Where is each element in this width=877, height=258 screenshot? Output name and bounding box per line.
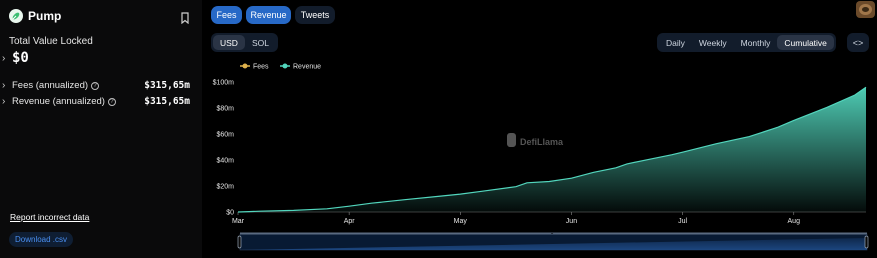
y-tick-label: $60m xyxy=(216,132,234,139)
report-incorrect-data-link[interactable]: Report incorrect data xyxy=(10,212,89,222)
legend-label-fees: Fees xyxy=(253,64,269,71)
brush-handle-left[interactable] xyxy=(237,235,242,249)
chevron-right-icon: › xyxy=(2,96,6,107)
tvl-row[interactable]: › $0 xyxy=(2,50,29,66)
revenue-area xyxy=(238,87,866,212)
watermark-text: DefiLlama xyxy=(520,137,564,147)
metric-fees-annualized[interactable]: › Fees (annualized) ? $315,65m xyxy=(2,80,190,91)
series-layer xyxy=(237,86,867,213)
protocol-sidebar: Pump Total Value Locked › $0 › Fees (ann… xyxy=(0,0,202,258)
tvl-value: $0 xyxy=(12,50,29,66)
embed-code-icon[interactable]: <> xyxy=(847,33,869,52)
chevron-right-icon: › xyxy=(2,52,6,64)
period-monthly[interactable]: Monthly xyxy=(734,35,778,50)
metric-value: $315,65m xyxy=(144,96,190,107)
chevron-right-icon: › xyxy=(2,80,6,91)
user-avatar[interactable] xyxy=(856,1,875,18)
protocol-name: Pump xyxy=(28,9,62,23)
info-icon[interactable]: ? xyxy=(107,97,116,106)
x-tick-label: Mar xyxy=(232,218,245,225)
metric-value: $315,65m xyxy=(144,80,190,91)
x-axis: Mar Apr May Jun Jul Aug xyxy=(232,211,866,225)
llama-logo-icon xyxy=(507,133,516,147)
toggle-revenue[interactable]: Revenue xyxy=(246,6,291,24)
tvl-label: Total Value Locked xyxy=(9,36,93,47)
revenue-chart: Fees Revenue DefiLlama $0 $20m $40m $60m $80… xyxy=(213,63,869,251)
y-tick-label: $80m xyxy=(216,106,234,113)
period-selector: Daily Weekly Monthly Cumulative xyxy=(657,33,836,52)
legend-item-fees[interactable]: Fees xyxy=(240,63,269,71)
range-brush[interactable]: ≡ xyxy=(237,231,869,251)
metric-label: Revenue (annualized) xyxy=(12,96,105,107)
x-tick-label: Jul xyxy=(678,218,687,225)
legend-label-revenue: Revenue xyxy=(293,64,321,71)
toggle-fees[interactable]: Fees xyxy=(211,6,242,24)
currency-sol[interactable]: SOL xyxy=(245,35,276,50)
x-tick-label: Jun xyxy=(566,218,577,225)
toggle-tweets[interactable]: Tweets xyxy=(295,6,335,24)
brush-handle-right[interactable] xyxy=(864,235,869,249)
y-tick-label: $20m xyxy=(216,184,234,191)
period-cumulative[interactable]: Cumulative xyxy=(777,35,834,50)
x-tick-label: May xyxy=(454,218,468,225)
download-csv-button[interactable]: Download .csv xyxy=(9,232,74,247)
protocol-header: Pump xyxy=(9,9,61,23)
x-tick-label: Apr xyxy=(344,218,356,225)
y-tick-label: $40m xyxy=(216,158,234,165)
period-daily[interactable]: Daily xyxy=(659,35,692,50)
metric-label: Fees (annualized) xyxy=(12,80,89,91)
metric-revenue-annualized[interactable]: › Revenue (annualized) ? $315,65m xyxy=(2,96,190,107)
pump-pill-icon xyxy=(9,9,23,23)
y-axis: $0 $20m $40m $60m $80m $100m xyxy=(213,80,235,217)
x-tick-label: Aug xyxy=(788,218,801,225)
legend-item-revenue[interactable]: Revenue xyxy=(280,63,321,71)
currency-selector: USD SOL xyxy=(211,33,278,52)
y-tick-label: $100m xyxy=(213,80,235,87)
period-weekly[interactable]: Weekly xyxy=(692,35,734,50)
chart-legend: Fees Revenue xyxy=(240,63,321,71)
currency-usd[interactable]: USD xyxy=(213,35,245,50)
defillama-watermark: DefiLlama xyxy=(507,133,564,147)
info-icon[interactable]: ? xyxy=(91,81,100,90)
bookmark-icon[interactable] xyxy=(180,11,190,25)
y-tick-label: $0 xyxy=(226,210,234,217)
